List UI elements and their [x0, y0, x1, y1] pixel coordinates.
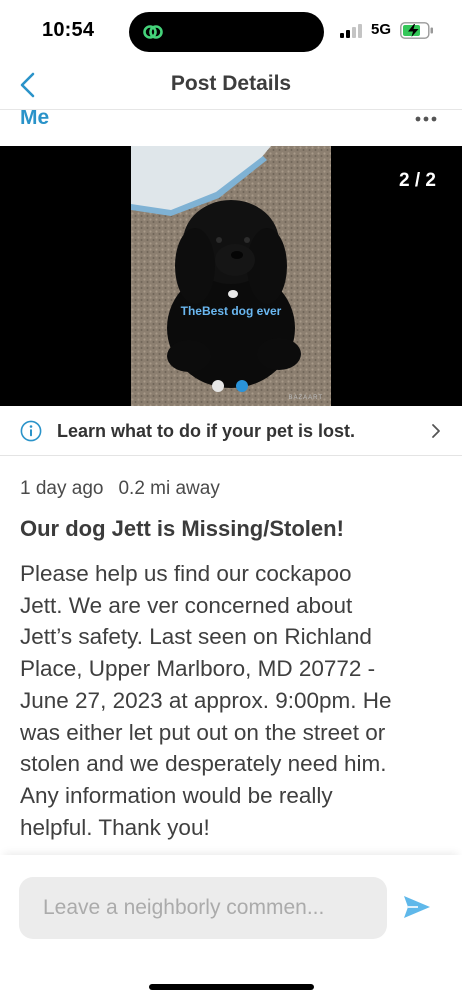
image-counter: 2 / 2	[399, 170, 436, 191]
post-body-line: Jett’s safety. Last seen on Richland	[20, 624, 372, 650]
post-title: Our dog Jett is Missing/Stolen!	[20, 516, 344, 541]
lost-pet-banner[interactable]: Learn what to do if your pet is lost.	[0, 406, 462, 456]
info-icon	[20, 420, 42, 442]
network-label: 5G	[371, 21, 392, 38]
lost-pet-link-text: Learn what to do if your pet is lost.	[57, 421, 356, 441]
chevron-right-icon	[432, 424, 440, 438]
page-title: Post Details	[170, 72, 292, 95]
post-body-line: Any information would be really	[20, 782, 333, 808]
carousel-dot-2-active[interactable]	[236, 380, 248, 392]
status-time: 10:54	[42, 19, 95, 41]
carousel-dot-1[interactable]	[212, 380, 224, 392]
ellipsis-icon[interactable]	[414, 114, 438, 124]
post-photo[interactable]: TheBest dog ever BAZAART	[131, 146, 331, 406]
signal-icon	[340, 24, 366, 38]
author-name[interactable]: Me	[20, 110, 49, 130]
dog-photo-illustration	[131, 146, 331, 406]
link-icon	[143, 25, 163, 39]
post-body-line: Place, Upper Marlboro, MD 20772 -	[20, 656, 376, 682]
carousel-dots	[212, 380, 256, 392]
post-body-line: was either let put out on the street or	[20, 719, 386, 745]
photo-watermark: BAZAART	[288, 395, 323, 401]
send-icon[interactable]	[402, 894, 432, 920]
post-body: Please help us find our cockapoo Jett. W…	[20, 558, 445, 843]
post-distance: 0.2 mi away	[118, 478, 220, 499]
post-body-line: stolen and we desperately need him.	[20, 751, 387, 777]
dynamic-island	[129, 12, 324, 52]
image-carousel[interactable]: TheBest dog ever BAZAART 2 / 2	[0, 146, 462, 406]
battery-icon	[400, 22, 433, 39]
author-row: Me	[0, 110, 462, 146]
post-body-line: June 27, 2023 at approx. 9:00pm. He	[20, 687, 392, 713]
post-body-line: Jett. We are ver concerned about	[20, 592, 353, 618]
post-meta: 1 day ago 0.2 mi away	[20, 478, 220, 500]
post-body-line: Please help us find our cockapoo	[20, 561, 352, 586]
post-time: 1 day ago	[20, 478, 104, 499]
home-indicator	[149, 984, 314, 990]
comment-input[interactable]	[19, 877, 387, 939]
post-body-line: helpful. Thank you!	[20, 814, 210, 840]
status-bar: 10:54 5G	[0, 0, 462, 62]
comment-bar	[0, 855, 462, 1000]
photo-caption: TheBest dog ever	[180, 304, 282, 318]
nav-bar: Post Details	[0, 62, 462, 110]
